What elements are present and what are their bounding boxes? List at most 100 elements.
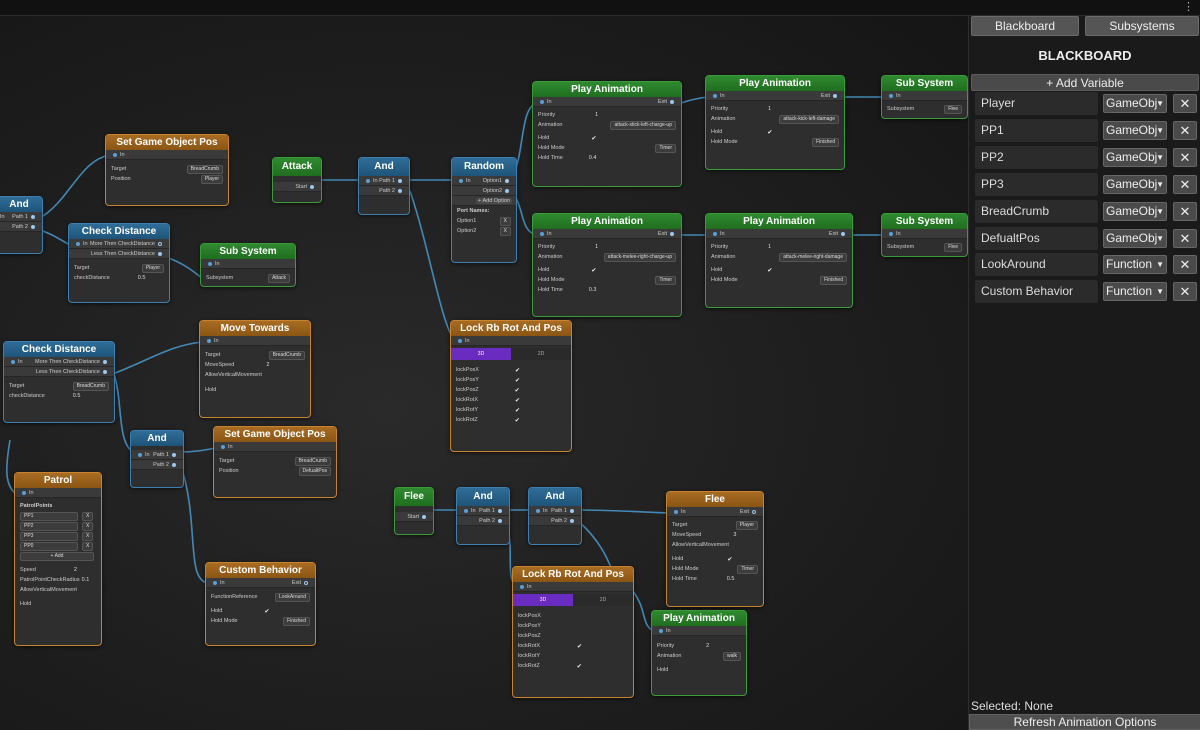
variable-name-field[interactable]: DefualtPos	[975, 227, 1098, 250]
and-node-left[interactable]: And In Path 1 Path 2	[0, 196, 43, 254]
variable-name-field[interactable]: BreadCrumb	[975, 200, 1098, 223]
port-icon[interactable]	[505, 178, 509, 183]
remove-button[interactable]: X	[82, 541, 94, 551]
variable-name-field[interactable]: Player	[975, 92, 1098, 115]
patrol-point-dropdown[interactable]: PP0	[20, 541, 78, 551]
flee-node[interactable]: Flee In Exit Target Player MoveSpeed 3 Allo…	[666, 491, 764, 607]
subsystem-dropdown[interactable]: Attack	[268, 273, 290, 283]
port-name-field[interactable]: Option2	[457, 228, 476, 234]
remove-button[interactable]: X	[82, 531, 94, 541]
animation-dropdown[interactable]: attack-kick-left-damage	[779, 114, 839, 124]
port-icon[interactable]	[540, 99, 544, 104]
port-icon[interactable]	[889, 93, 893, 98]
lock-checkbox[interactable]: ✔	[515, 407, 520, 414]
delete-variable-button[interactable]: ✕	[1173, 148, 1197, 167]
port-icon[interactable]	[889, 231, 893, 236]
subsystem-dropdown[interactable]: Flee	[944, 104, 962, 114]
port-icon[interactable]	[113, 152, 117, 157]
delete-variable-button[interactable]: ✕	[1173, 282, 1197, 301]
port-icon[interactable]	[158, 251, 162, 256]
variable-name-field[interactable]: LookAround	[975, 253, 1098, 276]
variable-type-dropdown[interactable]: GameObj ▼	[1103, 121, 1167, 140]
variable-type-dropdown[interactable]: GameObj ▼	[1103, 148, 1167, 167]
port-icon[interactable]	[366, 178, 370, 183]
position-dropdown[interactable]: Player	[200, 174, 223, 184]
tab-subsystems[interactable]: Subsystems	[1085, 16, 1199, 36]
hold-mode-dropdown[interactable]: Finished	[812, 137, 839, 147]
port-icon[interactable]	[213, 580, 217, 585]
refresh-animation-options-button[interactable]: Refresh Animation Options	[969, 714, 1200, 730]
lock-checkbox[interactable]: ✔	[515, 367, 520, 374]
and-node-mid[interactable]: And In Path 1 Path 2	[130, 430, 184, 488]
priority-input[interactable]: 1	[768, 106, 771, 112]
function-reference-dropdown[interactable]: LookAround	[275, 592, 310, 602]
hold-checkbox[interactable]: ✔	[767, 267, 772, 274]
hold-mode-dropdown[interactable]: Timer	[655, 275, 676, 285]
hold-mode-dropdown[interactable]: Finished	[820, 275, 847, 285]
custom-behavior-node[interactable]: Custom Behavior In Exit FunctionReference…	[205, 562, 316, 646]
lock-checkbox[interactable]: ✔	[515, 397, 520, 404]
speed-input[interactable]: 2	[74, 567, 77, 573]
port-icon[interactable]	[138, 452, 142, 457]
animation-dropdown[interactable]: attack-melee-right-charge-up	[603, 252, 676, 262]
delete-variable-button[interactable]: ✕	[1173, 94, 1197, 113]
set-game-object-pos-node[interactable]: Set Game Object Pos In Target BreadCrumb …	[105, 134, 229, 206]
port-icon[interactable]	[670, 231, 674, 236]
lock-rb-rot-pos-node[interactable]: Lock Rb Rot And Pos In 3D 2D lockPosX loc…	[512, 566, 634, 698]
target-dropdown[interactable]: BreadCrumb	[186, 164, 223, 174]
patrol-point-dropdown[interactable]: PP2	[20, 521, 78, 531]
hold-time-input[interactable]: 0.4	[589, 155, 597, 161]
lock-checkbox[interactable]: ✔	[515, 417, 520, 424]
variable-type-dropdown[interactable]: Function ▼	[1103, 282, 1167, 301]
play-animation-node[interactable]: Play Animation In Exit Priority 1 Animatio…	[705, 213, 853, 308]
patrol-node[interactable]: Patrol In PatrolPoints PP1 X PP2 X PP3 X PP…	[14, 472, 102, 646]
move-speed-input[interactable]: 3	[733, 532, 736, 538]
port-icon[interactable]	[498, 518, 502, 523]
port-icon[interactable]	[158, 241, 162, 246]
play-animation-node[interactable]: Play Animation In Exit Priority 1 Animatio…	[532, 81, 682, 187]
port-icon[interactable]	[570, 518, 574, 523]
distance-input[interactable]: 0.5	[73, 393, 81, 399]
target-dropdown[interactable]: Player	[141, 263, 164, 273]
port-icon[interactable]	[221, 444, 225, 449]
delete-variable-button[interactable]: ✕	[1173, 229, 1197, 248]
attack-start-node[interactable]: Attack Start	[272, 157, 322, 203]
distance-input[interactable]: 0.5	[138, 275, 146, 281]
animation-dropdown[interactable]: attack-melee-right-damage	[779, 252, 847, 262]
play-animation-node[interactable]: Play Animation In Priority 2 Animation wal…	[651, 610, 747, 696]
position-dropdown[interactable]: DefualtPos	[298, 466, 331, 476]
port-name-field[interactable]: Option1	[457, 218, 476, 224]
port-icon[interactable]	[458, 338, 462, 343]
port-icon[interactable]	[841, 231, 845, 236]
variable-type-dropdown[interactable]: GameObj ▼	[1103, 229, 1167, 248]
delete-variable-button[interactable]: ✕	[1173, 121, 1197, 140]
hold-time-input[interactable]: 0.3	[589, 287, 597, 293]
port-icon[interactable]	[464, 508, 468, 513]
kebab-menu-icon[interactable]: ⋮	[1183, 0, 1194, 14]
and-node-flee[interactable]: And In Path 1 Path 2	[456, 487, 510, 545]
set-game-object-pos-node[interactable]: Set Game Object Pos In Target BreadCrumb …	[213, 426, 337, 498]
remove-button[interactable]: X	[82, 521, 94, 531]
animation-dropdown[interactable]: attack-stick-left-charge-up	[610, 120, 676, 130]
variable-type-dropdown[interactable]: GameObj ▼	[1103, 202, 1167, 221]
port-icon[interactable]	[674, 509, 678, 514]
hold-checkbox[interactable]: ✔	[727, 556, 732, 563]
and-node-attack[interactable]: And In Path 1 Path 2	[358, 157, 410, 215]
and-node-flee[interactable]: And In Path 1 Path 2	[528, 487, 582, 545]
port-icon[interactable]	[398, 188, 402, 193]
hold-checkbox[interactable]: ✔	[264, 608, 269, 615]
patrol-point-dropdown[interactable]: PP1	[20, 511, 78, 521]
variable-type-dropdown[interactable]: GameObj ▼	[1103, 94, 1167, 113]
lock-rb-rot-pos-node[interactable]: Lock Rb Rot And Pos In 3D 2D lockPosX ✔ lo…	[450, 320, 572, 452]
tab-blackboard[interactable]: Blackboard	[971, 16, 1079, 36]
lock-checkbox[interactable]: ✔	[515, 377, 520, 384]
port-icon[interactable]	[570, 508, 574, 513]
port-icon[interactable]	[670, 99, 674, 104]
move-towards-node[interactable]: Move Towards In Target BreadCrumb MoveSpe…	[199, 320, 311, 418]
priority-input[interactable]: 1	[768, 244, 771, 250]
tab-3d[interactable]: 3D	[513, 594, 573, 606]
port-icon[interactable]	[11, 359, 15, 364]
hold-mode-dropdown[interactable]: Timer	[655, 143, 676, 153]
random-node[interactable]: Random In Option1 Option2 + Add Option Po…	[451, 157, 517, 263]
tab-3d[interactable]: 3D	[451, 348, 511, 360]
